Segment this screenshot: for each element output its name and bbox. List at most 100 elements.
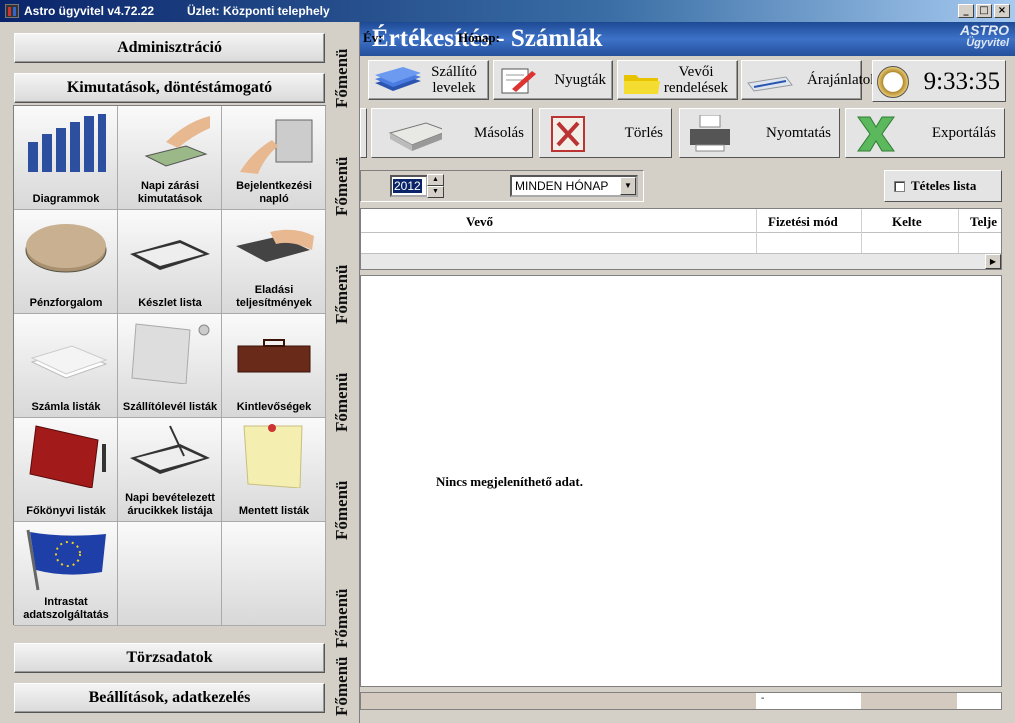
year-label: Év: [363,30,383,45]
quote-icon [747,76,793,92]
tile-empty [118,522,222,626]
tile-saved-lists[interactable]: Mentett listák [222,418,326,522]
main-menu-tab-strip[interactable]: Főmenü Főmenü Főmenü Főmenü Főmenü Főmen… [330,22,358,723]
cash-hand-icon [144,116,210,167]
minimize-button[interactable]: _ [958,4,974,18]
store-name: Üzlet: Központi telephely [187,4,330,18]
column-header-payment[interactable]: Fizetési mód [768,214,838,230]
tile-daily-closing[interactable]: Napi zárási kimutatások [118,106,222,210]
column-header-fulfillment[interactable]: Telje [970,214,997,230]
tile-label: Készlet lista [138,297,202,309]
stopwatch-icon [877,66,909,98]
month-label: Hónap: [458,30,500,45]
hidden-action-button[interactable] [360,108,367,158]
astro-logo: ASTRO Ügyvitel [960,22,1009,50]
coin-icon [25,224,107,273]
itemized-list-toggle[interactable]: Tételes lista [884,170,1002,202]
tile-label: Mentett listák [238,505,310,517]
title-bar: Astro ügyvitel v4.72.22 Üzlet: Központi … [0,0,1015,22]
scroll-right-icon[interactable]: ▶ [985,254,1001,269]
tile-label: Napi bevételezett árucikkek listája [125,492,215,517]
spin-up-icon[interactable]: ▲ [427,174,444,186]
main-menu-tab-label: Főmenü [332,372,351,432]
clock: 9:33:35 [872,60,1006,102]
tile-invoice-lists[interactable]: Számla listák [14,314,118,418]
action-label: Exportálás [931,124,996,141]
print-icon [690,115,730,152]
detail-panel: Nincs megjeleníthető adat. [360,275,1002,687]
tile-label: Főkönyvi listák [26,505,106,517]
spin-down-icon[interactable]: ▼ [427,186,444,198]
year-input[interactable]: 2012 [390,175,428,197]
tile-label: Bejelentkezési napló [236,180,312,205]
invoice-table: Vevő Fizetési mód Kelte Telje ▶ [360,208,1002,270]
tile-ledger-lists[interactable]: Főkönyvi listák [14,418,118,522]
logo-line1: ASTRO [960,22,1009,38]
checkbox-icon[interactable] [894,180,905,192]
delivery-notes-button[interactable]: Szállító levelek [368,60,489,100]
section-admin-button[interactable]: Adminisztráció [14,33,325,63]
customer-orders-button[interactable]: Vevői rendelések [617,60,738,100]
close-button[interactable]: × [994,4,1010,18]
year-spinner[interactable]: ▲ ▼ [427,174,444,198]
tile-stock-list[interactable]: Készlet lista [118,210,222,314]
copy-icon [388,122,442,151]
tile-label: Számla listák [31,401,101,413]
table-header: Vevő Fizetési mód Kelte Telje [361,209,1001,233]
main-menu-tab-label: Főmenü [332,264,351,324]
maximize-button[interactable]: □ [976,4,992,18]
paper-stack-icon [30,345,108,379]
section-settings-button[interactable]: Beállítások, adatkezelés [14,683,325,713]
column-header-customer[interactable]: Vevő [466,214,493,230]
action-label: Törlés [624,124,663,141]
tile-sales-performance[interactable]: Eladási teljesítmények [222,210,326,314]
export-button[interactable]: Exportálás [845,108,1005,158]
calculator-icon [236,229,314,262]
keypad-hand-icon [240,119,313,174]
clipboard-icon [130,240,210,270]
action-label: Másolás [474,124,524,141]
year-value: 2012 [393,179,422,193]
tile-charts[interactable]: Diagrammok [14,106,118,210]
tile-cash-flow[interactable]: Pénzforgalom [14,210,118,314]
section-master-data-button[interactable]: Törzsadatok [14,643,325,673]
module-label: Árajánlatok [807,72,878,88]
delete-button[interactable]: Törlés [539,108,672,158]
tile-delivery-note-lists[interactable]: Szállítólevél listák [118,314,222,418]
tile-daily-received-items[interactable]: Napi bevételezett árucikkek listája [118,418,222,522]
month-select[interactable]: MINDEN HÓNAP ▼ [510,175,638,197]
tile-label: Szállítólevél listák [122,401,218,413]
status-cell [361,693,756,709]
main-menu-tab-label: Főmenü [332,48,351,108]
section-reports-button[interactable]: Kimutatások, döntéstámogató [14,73,325,103]
tile-intrastat[interactable]: Intrastat adatszolgáltatás [14,522,118,626]
sticky-note-icon [243,424,303,488]
main-menu-tab-label: Főmenü [332,656,351,716]
briefcase-icon [237,339,311,373]
empty-message: Nincs megjeleníthető adat. [436,474,583,489]
dropdown-arrow-icon[interactable]: ▼ [620,177,636,195]
main-menu-tab-label: Főmenü [332,156,351,216]
receipts-button[interactable]: Nyugták [493,60,613,100]
tile-label: Pénzforgalom [29,297,103,309]
copy-button[interactable]: Másolás [371,108,533,158]
status-bar: - [360,692,1002,710]
receipt-icon [501,68,536,94]
tile-label: Kintlevőségek [236,401,312,413]
delivery-note-icon [375,67,421,91]
module-label: Szállító levelek [431,64,477,96]
column-header-date[interactable]: Kelte [892,214,922,230]
clipboard-pen-icon [130,425,210,474]
app-icon [5,4,19,18]
order-folder-icon [624,75,660,94]
tile-empty [222,522,326,626]
tile-login-log[interactable]: Bejelentkezési napló [222,106,326,210]
column-divider [756,209,757,255]
horizontal-scrollbar[interactable]: ▶ [361,253,1001,269]
tile-receivables[interactable]: Kintlevőségek [222,314,326,418]
tile-label: Napi zárási kimutatások [137,180,203,205]
quotes-button[interactable]: Árajánlatok [741,60,878,100]
print-button[interactable]: Nyomtatás [679,108,840,158]
eu-flag-icon [26,529,106,591]
main-area: Értékesítés - Számlák ASTRO Ügyvitel Szá… [0,22,1015,723]
